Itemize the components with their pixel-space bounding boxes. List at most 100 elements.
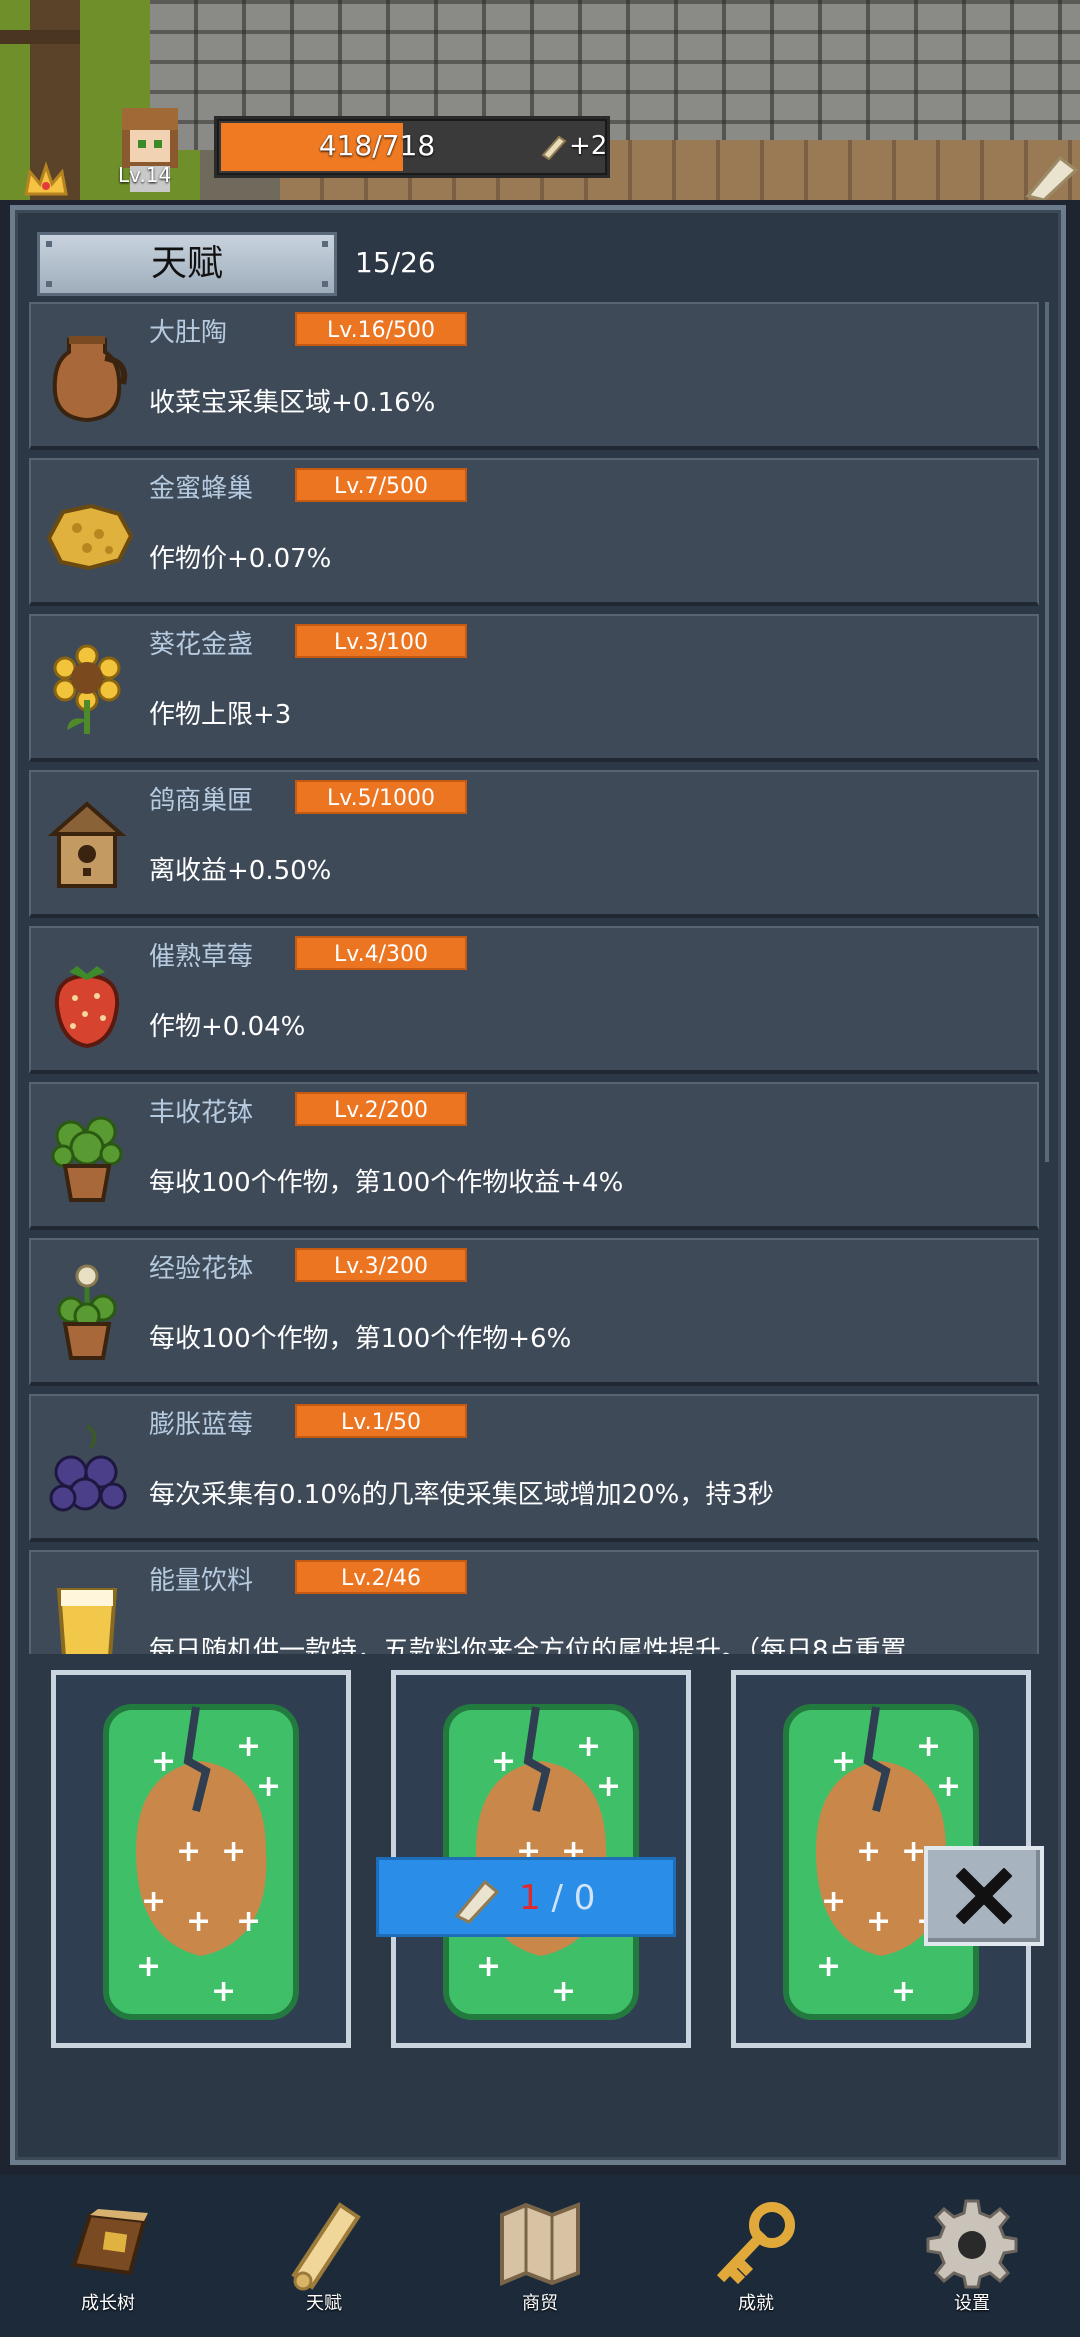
mystery-card-icon: +++ +++ ++++: [103, 1704, 299, 2020]
talent-description: 每日随机供一款特，五款料你来全方位的属性提升。（每日8点重置: [149, 1636, 907, 1654]
talent-description: 每收100个作物，第100个作物收益+4%: [149, 1168, 624, 1198]
nav-label: 设置: [954, 2293, 990, 2314]
talent-row[interactable]: 经验花钵 Lv.3/200 每收100个作物，第100个作物+6%: [29, 1238, 1039, 1386]
talent-list[interactable]: 能量饮料 Lv.2/46 每日随机供一款特，五款料你来全方位的属性提升。（每日8点重…: [29, 302, 1049, 1654]
close-button[interactable]: [924, 1846, 1044, 1946]
svg-text:+: +: [186, 1904, 211, 1939]
nav-item-growth-tree[interactable]: 成长树: [38, 2195, 178, 2335]
svg-text:+: +: [176, 1834, 201, 1869]
talent-row[interactable]: 大肚陶 Lv.16/500 收菜宝采集区域+0.16%: [29, 302, 1039, 450]
talent-level-badge: Lv.5/1000: [295, 780, 467, 814]
crown-icon: [22, 160, 70, 200]
nav-label: 天赋: [306, 2293, 342, 2314]
talent-name: 催熟草莓: [149, 942, 254, 972]
svg-text:+: +: [211, 1974, 236, 2009]
scrollbar[interactable]: [1045, 302, 1049, 1654]
svg-text:+: +: [236, 1904, 261, 1939]
game-scene-header: Lv.14 418/718 +2: [0, 0, 1080, 200]
talent-name: 膨胀蓝莓: [149, 1410, 254, 1440]
talent-description: 每次采集有0.10%的几率使采集区域增加20%，持3秒: [149, 1480, 774, 1510]
talent-row[interactable]: 催熟草莓 Lv.4/300 作物+0.04%: [29, 926, 1039, 1074]
reroll-current: 1: [519, 1878, 541, 1918]
svg-text:+: +: [891, 1974, 916, 2009]
sunflower-icon: [39, 634, 135, 738]
svg-text:+: +: [866, 1904, 891, 1939]
svg-text:+: +: [476, 1949, 501, 1984]
reroll-total: 0: [573, 1878, 596, 1918]
talent-level-badge: Lv.4/300: [295, 936, 467, 970]
nav-item-trade[interactable]: 商贸: [470, 2195, 610, 2335]
talent-row[interactable]: 金蜜蜂巢 Lv.7/500 作物价+0.07%: [29, 458, 1039, 606]
wooden-beam: [0, 30, 80, 44]
jug-icon: [39, 322, 135, 426]
player-level: Lv.14: [118, 163, 172, 187]
talent-row[interactable]: 葵花金盏 Lv.3/100 作物上限+3: [29, 614, 1039, 762]
talent-description: 每收100个作物，第100个作物+6%: [149, 1324, 572, 1354]
svg-text:+: +: [821, 1884, 846, 1919]
svg-text:+: +: [856, 1834, 881, 1869]
nav-label: 成就: [738, 2293, 774, 2314]
plant-pot-icon: [39, 1102, 135, 1206]
talent-card-1[interactable]: + + + + + + + + + +: [51, 1670, 351, 2048]
blueberry-icon: [39, 1414, 135, 1518]
panel-title: 天赋: [150, 243, 223, 284]
talent-row[interactable]: 鸽商巢匣 Lv.5/1000 离收益+0.50%: [29, 770, 1039, 918]
drink-icon: [39, 1570, 135, 1654]
svg-text:+: +: [596, 1769, 621, 1804]
nav-item-achievement[interactable]: 成就: [686, 2195, 826, 2335]
talent-name: 经验花钵: [149, 1254, 254, 1284]
svg-text:+: +: [141, 1884, 166, 1919]
reroll-button[interactable]: 1 / 0: [376, 1857, 676, 1937]
svg-text:+: +: [936, 1769, 961, 1804]
scrollbar-thumb[interactable]: [1045, 302, 1049, 1162]
talent-description: 作物+0.04%: [149, 1012, 306, 1042]
talent-name: 葵花金盏: [149, 630, 254, 660]
reroll-separator: /: [540, 1878, 574, 1918]
talent-row[interactable]: 膨胀蓝莓 Lv.1/50 每次采集有0.10%的几率使采集区域增加20%，持3秒: [29, 1394, 1039, 1542]
close-icon: [956, 1868, 1012, 1924]
svg-text:+: +: [916, 1729, 941, 1764]
key-icon: [716, 2202, 795, 2285]
talent-description: 离收益+0.50%: [149, 856, 332, 886]
gear-icon: [926, 2199, 1018, 2289]
talent-row[interactable]: 能量饮料 Lv.2/46 每日随机供一款特，五款料你来全方位的属性提升。（每日8点重…: [29, 1550, 1039, 1654]
bottom-navigation: 成长树 天赋 商贸 成就 设置: [0, 2175, 1080, 2337]
svg-text:+: +: [551, 1974, 576, 2009]
talent-name: 金蜜蜂巢: [149, 474, 254, 504]
map-icon: [500, 2202, 580, 2286]
talent-name: 能量饮料: [149, 1566, 254, 1596]
scroll-bonus: +2: [569, 131, 608, 161]
book-icon: [71, 2209, 148, 2276]
experience-bar: 418/718 +2: [214, 116, 610, 178]
talent-level-badge: Lv.1/50: [295, 1404, 467, 1438]
nav-item-settings[interactable]: 设置: [902, 2195, 1042, 2335]
talent-name: 鸽商巢匣: [149, 786, 254, 816]
talent-name: 大肚陶: [149, 318, 228, 348]
talent-row[interactable]: 丰收花钵 Lv.2/200 每收100个作物，第100个作物收益+4%: [29, 1082, 1039, 1230]
scroll-icon: [291, 2202, 361, 2291]
talent-level-badge: Lv.2/200: [295, 1092, 467, 1126]
svg-text:+: +: [151, 1744, 176, 1779]
svg-text:+: +: [491, 1744, 516, 1779]
talent-level-badge: Lv.16/500: [295, 312, 467, 346]
talent-description: 作物上限+3: [149, 700, 292, 730]
svg-text:+: +: [256, 1769, 281, 1804]
svg-text:+: +: [576, 1729, 601, 1764]
flower-pot-icon: [39, 1258, 135, 1362]
reroll-count: 1 / 0: [519, 1878, 595, 1918]
talent-level-badge: Lv.7/500: [295, 468, 467, 502]
talent-count: 15/26: [355, 246, 436, 279]
svg-text:+: +: [831, 1744, 856, 1779]
nav-label: 成长树: [81, 2293, 135, 2314]
svg-text:+: +: [236, 1729, 261, 1764]
svg-text:+: +: [136, 1949, 161, 1984]
honeycomb-icon: [39, 478, 135, 582]
scroll-corner-icon[interactable]: [1020, 150, 1080, 200]
talent-description: 作物价+0.07%: [149, 544, 332, 574]
nav-label: 商贸: [522, 2293, 558, 2314]
experience-text: 418/718: [318, 129, 436, 162]
nav-item-talent[interactable]: 天赋: [254, 2195, 394, 2335]
svg-text:+: +: [816, 1949, 841, 1984]
birdhouse-icon: [39, 790, 135, 894]
talent-level-badge: Lv.2/46: [295, 1560, 467, 1594]
